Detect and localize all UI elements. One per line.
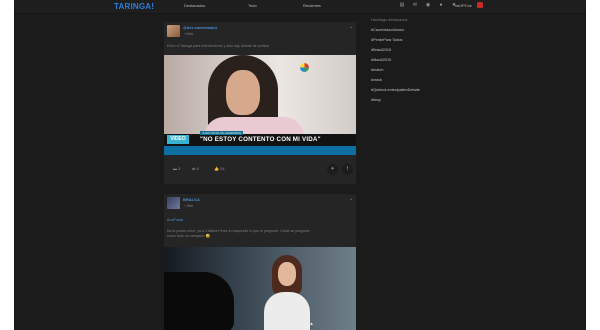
post-time: ◔ 13m <box>183 204 193 208</box>
comment-icon: ▬ <box>173 166 177 171</box>
hashtag-link[interactable]: #Brasil2015 <box>371 48 491 52</box>
thumbs-up-icon: 👍 <box>214 166 219 171</box>
trending-hashtags: Hashtags destacados #CacerolazoAlonso #P… <box>371 18 491 108</box>
chevron-down-icon[interactable]: ⌄ <box>349 24 353 30</box>
post-text: Entre el Taringa para entretenerme y sol… <box>167 44 270 48</box>
video-player[interactable]: JUAN NICOLÁS LEDERMAN VIDEO "NO ESTOY CO… <box>164 55 356 155</box>
user-avatar[interactable] <box>477 2 483 8</box>
person-face <box>278 262 296 286</box>
camera-silhouette <box>164 272 234 330</box>
post-time: ◔ 24m <box>183 32 193 36</box>
lower-third-label: JUAN NICOLÁS LEDERMAN <box>200 131 244 135</box>
share-icon: ⇄ <box>192 166 196 171</box>
video-bottom-bar <box>164 146 356 155</box>
taringa-logo[interactable]: TARINGA! <box>114 2 154 11</box>
video-mark: VIDEO <box>167 135 189 144</box>
top-navbar: TARINGA! Destacados Todo Recientes ▤ ✉ ◉… <box>14 0 586 14</box>
avatar[interactable] <box>167 25 180 37</box>
hashtag-link[interactable]: #QuienoLenteslpalienDebate <box>371 88 491 92</box>
sidebar-title: Hashtags destacados <box>371 18 408 22</box>
person-face <box>226 70 260 115</box>
feed-post: @der-comentador ◔ 24m ⌄ Entre el Taringa… <box>164 22 356 184</box>
app-window: TARINGA! Destacados Todo Recientes ▤ ✉ ◉… <box>14 0 586 330</box>
scroll-top-icon[interactable]: ▲ <box>309 321 314 327</box>
video-headline: "NO ESTOY CONTENTO CON MI VIDA" <box>200 136 321 143</box>
hashtag-link[interactable]: #fiesy <box>371 98 491 102</box>
person-top <box>264 292 310 330</box>
eye-icon[interactable]: ◉ <box>425 2 431 8</box>
hashtag-link[interactable]: #match <box>371 68 491 72</box>
post-actions: ▬ 3 ⇄ 8 👍 24 ✦ f <box>164 162 356 178</box>
tab-destacados[interactable]: Destacados <box>184 3 205 8</box>
post-author[interactable]: @der-comentador <box>183 25 217 30</box>
hashtag-link[interactable]: #CacerolazoAlonso <box>371 28 491 32</box>
hashtag-link[interactable]: #crack <box>371 78 491 82</box>
shares-count[interactable]: ⇄ 8 <box>192 166 199 171</box>
post-image[interactable] <box>164 247 356 330</box>
post-hashtag[interactable]: #LaPosta <box>167 218 183 222</box>
channel-logo <box>300 63 309 72</box>
post-author[interactable]: BRALCA <box>183 197 200 202</box>
twitter-icon[interactable]: ✦ <box>327 164 338 175</box>
feed-post: BRALCA ◔ 13m ⌄ #LaPosta No lo puedo cree… <box>164 194 356 330</box>
facebook-icon[interactable]: f <box>342 164 353 175</box>
tab-recientes[interactable]: Recientes <box>303 3 321 8</box>
avatar[interactable] <box>167 197 180 209</box>
hashtag-link[interactable]: #Maciil2015 <box>371 58 491 62</box>
top-icons: ▤ ✉ ◉ ● ★ <box>399 2 457 8</box>
comments-count[interactable]: ▬ 3 <box>173 166 180 171</box>
likes-count[interactable]: 👍 24 <box>214 166 225 171</box>
tab-todo[interactable]: Todo <box>248 3 257 8</box>
notepad-icon[interactable]: ▤ <box>399 2 405 8</box>
post-text: No lo puedo creer, ya a Cristina Pérez l… <box>167 229 310 238</box>
hashtag-link[interactable]: #PerdePara Todos <box>371 38 491 42</box>
bell-icon[interactable]: ● <box>438 2 444 8</box>
username[interactable]: xelJPCxe <box>455 3 472 8</box>
mail-icon[interactable]: ✉ <box>412 2 418 8</box>
chevron-down-icon[interactable]: ⌄ <box>349 196 353 202</box>
